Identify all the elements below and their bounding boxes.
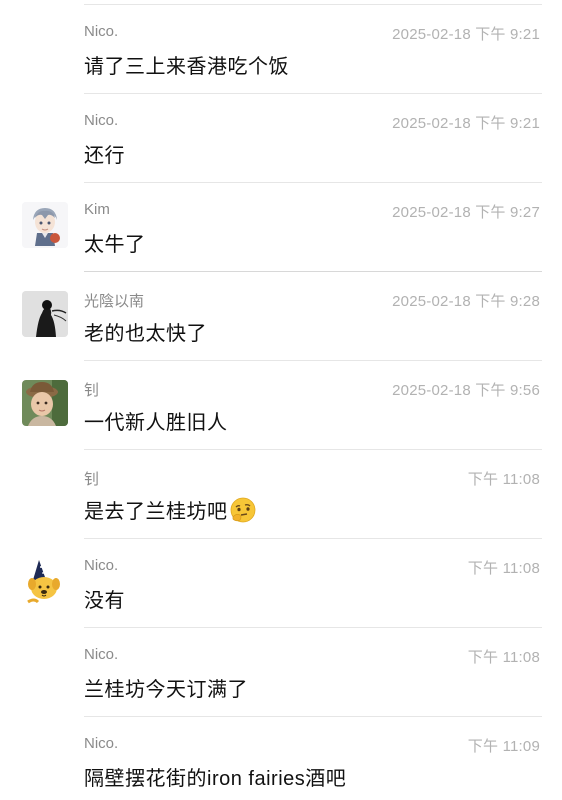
message-text: 兰桂坊今天订满了 [84,679,248,701]
message-text: 老的也太快了 [84,323,207,345]
message-text: 是去了兰桂坊吧 [84,501,228,523]
sender-name[interactable]: 钊 [84,468,99,489]
message-text: 太牛了 [84,234,146,256]
anime-character-avatar[interactable] [22,202,68,248]
message-row[interactable]: 钊 2025-02-18 下午 9:56 一代新人胜旧人 [0,360,562,449]
message-row[interactable]: Nico. 下午 11:08 兰桂坊今天订满了 [0,627,562,716]
message-text: 请了三上来香港吃个饭 [84,56,289,78]
message-text: 一代新人胜旧人 [84,412,228,434]
message-row[interactable]: Nico. 2025-02-18 下午 9:21 请了三上来香港吃个饭 [0,4,562,93]
sender-name[interactable]: Nico. [84,557,118,574]
sender-name[interactable]: Nico. [84,646,118,663]
message-row[interactable]: Nico. 下午 11:09 隔壁摆花街的iron fairies酒吧 [0,716,562,800]
thinking-face-emoji [230,497,256,523]
message-timestamp: 2025-02-18 下午 9:56 [392,382,540,399]
chat-message-list: Nico. 2025-02-18 下午 9:21 请了三上来香港吃个饭 Nico… [0,0,562,800]
message-row[interactable]: 钊 下午 11:08 是去了兰桂坊吧 [0,449,562,538]
message-timestamp: 下午 11:08 [467,560,540,577]
message-timestamp: 2025-02-18 下午 9:28 [392,293,540,310]
sender-name[interactable]: Nico. [84,23,118,40]
message-text: 没有 [84,590,125,612]
message-row[interactable]: Nico. 2025-02-18 下午 9:21 还行 [0,93,562,182]
ink-painting-avatar[interactable] [22,291,68,337]
message-timestamp: 2025-02-18 下午 9:21 [392,115,540,132]
sender-name[interactable]: 钊 [84,379,99,400]
message-row[interactable]: Nico. 下午 11:08 没有 [0,538,562,627]
sender-name[interactable]: Kim [84,201,110,218]
message-timestamp: 下午 11:08 [467,471,540,488]
child-with-hat-avatar[interactable] [22,380,68,426]
message-text: 隔壁摆花街的iron fairies酒吧 [84,768,347,790]
message-timestamp: 下午 11:08 [467,649,540,666]
message-timestamp: 2025-02-18 下午 9:21 [392,26,540,43]
sender-name[interactable]: Nico. [84,735,118,752]
message-text: 还行 [84,145,125,167]
message-timestamp: 2025-02-18 下午 9:27 [392,204,540,221]
message-text-container: 是去了兰桂坊吧 [84,495,256,524]
sender-name[interactable]: Nico. [84,112,118,129]
message-timestamp: 下午 11:09 [467,738,540,755]
cartoon-dog-wizard-avatar[interactable] [22,558,68,604]
message-row[interactable]: Kim 2025-02-18 下午 9:27 太牛了 [0,182,562,271]
sender-name[interactable]: 光陰以南 [84,290,144,311]
message-row[interactable]: 光陰以南 2025-02-18 下午 9:28 老的也太快了 [0,271,562,360]
